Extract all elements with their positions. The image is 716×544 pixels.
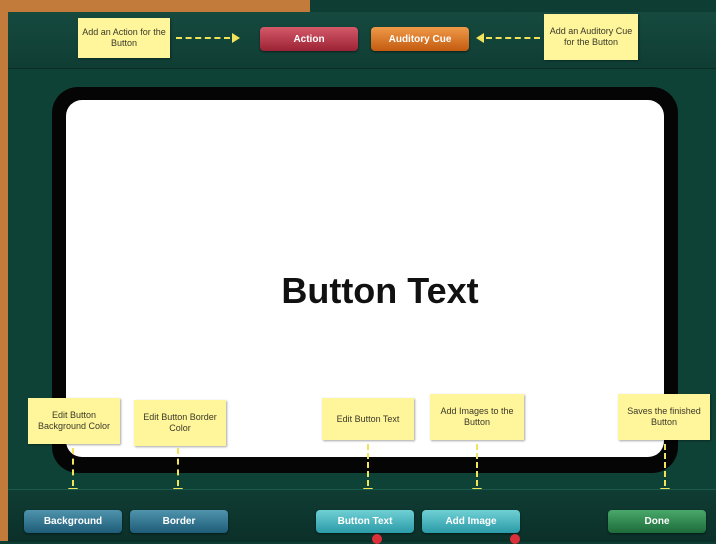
button-text-connector — [367, 444, 369, 486]
action-button[interactable]: Action — [260, 27, 358, 51]
auditory-cue-button-label: Auditory Cue — [388, 33, 452, 45]
arrow-right-icon — [232, 33, 240, 43]
button-preview-text: Button Text — [281, 270, 479, 311]
background-button[interactable]: Background — [24, 510, 122, 533]
action-note-text: Add an Action for the Button — [82, 27, 166, 48]
done-connector — [664, 444, 666, 486]
button-text-note: Edit Button Text — [322, 398, 414, 440]
border-note: Edit Button Border Color — [134, 400, 226, 446]
border-button[interactable]: Border — [130, 510, 228, 533]
add-image-note-text: Add Images to the Button — [440, 406, 514, 427]
done-note: Saves the finished Button — [618, 394, 710, 440]
button-text-button-label: Button Text — [337, 516, 393, 527]
auditory-cue-note-text: Add an Auditory Cue for the Button — [549, 26, 633, 47]
pointer-marker — [372, 534, 382, 544]
arrow-left-icon — [476, 33, 484, 43]
cue-note-connector — [486, 37, 540, 39]
border-connector — [177, 448, 179, 486]
background-connector — [72, 448, 74, 486]
border-button-label: Border — [162, 516, 196, 527]
auditory-cue-button[interactable]: Auditory Cue — [371, 27, 469, 51]
action-note-connector — [176, 37, 230, 39]
pointer-marker — [510, 534, 520, 544]
done-button[interactable]: Done — [608, 510, 706, 533]
add-image-note: Add Images to the Button — [430, 394, 524, 440]
background-button-label: Background — [43, 516, 103, 527]
action-note: Add an Action for the Button — [78, 18, 170, 58]
auditory-cue-note: Add an Auditory Cue for the Button — [544, 14, 638, 60]
add-image-button-label: Add Image — [445, 516, 497, 527]
action-button-label: Action — [293, 33, 325, 45]
button-text-button[interactable]: Button Text — [316, 510, 414, 533]
border-note-text: Edit Button Border Color — [143, 412, 217, 433]
frame-left-edge — [0, 0, 8, 541]
background-note: Edit Button Background Color — [28, 398, 120, 444]
background-note-text: Edit Button Background Color — [37, 410, 111, 431]
add-image-button[interactable]: Add Image — [422, 510, 520, 533]
button-text-note-text: Edit Button Text — [336, 413, 400, 424]
frame-top-edge — [0, 0, 310, 12]
add-image-connector — [476, 444, 478, 486]
done-button-label: Done — [644, 516, 670, 527]
done-note-text: Saves the finished Button — [627, 406, 701, 427]
